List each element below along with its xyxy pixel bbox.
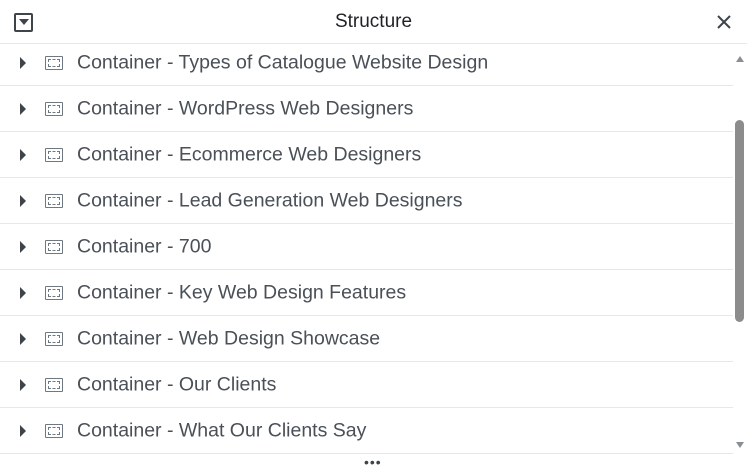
list-item-label: Container - WordPress Web Designers — [77, 97, 414, 119]
container-icon — [45, 147, 63, 162]
list-item[interactable]: Container - WordPress Web Designers — [0, 86, 733, 132]
list-item[interactable]: Container - What Our Clients Say — [0, 408, 733, 454]
list-item[interactable]: Container - Key Web Design Features — [0, 270, 733, 316]
container-icon — [45, 101, 63, 116]
expand-caret-icon[interactable] — [20, 102, 26, 115]
close-icon[interactable] — [715, 13, 733, 31]
container-icon — [45, 193, 63, 208]
expand-caret-icon[interactable] — [20, 194, 26, 207]
scrollbar-thumb[interactable] — [735, 120, 744, 322]
container-icon — [45, 285, 63, 300]
list-item[interactable]: Container - Web Design Showcase — [0, 316, 733, 362]
structure-list: Container - Types of Catalogue Website D… — [0, 44, 733, 456]
list-item[interactable]: Container - Our Clients — [0, 362, 733, 408]
more-horizontal-icon[interactable]: ••• — [364, 455, 382, 469]
expand-caret-icon[interactable] — [20, 148, 26, 161]
scroll-up-arrow-icon[interactable] — [736, 56, 744, 62]
expand-caret-icon[interactable] — [20, 240, 26, 253]
panel-header: Structure — [0, 0, 747, 44]
list-item-label: Container - Lead Generation Web Designer… — [77, 189, 463, 211]
expand-caret-icon[interactable] — [20, 378, 26, 391]
container-icon — [45, 331, 63, 346]
expand-caret-icon[interactable] — [20, 332, 26, 345]
panel-title: Structure — [334, 11, 413, 32]
container-icon — [45, 377, 63, 392]
list-item[interactable]: Container - Types of Catalogue Website D… — [0, 44, 733, 86]
list-item[interactable]: Container - 700 — [0, 224, 733, 270]
list-item-label: Container - Web Design Showcase — [77, 327, 381, 349]
expand-caret-icon[interactable] — [20, 286, 26, 299]
list-item-label: Container - Key Web Design Features — [77, 281, 407, 303]
list-item[interactable]: Container - Ecommerce Web Designers — [0, 132, 733, 178]
expand-caret-icon[interactable] — [20, 424, 26, 437]
container-icon — [45, 55, 63, 70]
container-icon — [45, 423, 63, 438]
scroll-down-arrow-icon[interactable] — [736, 442, 744, 448]
expand-caret-icon[interactable] — [20, 56, 26, 69]
vertical-scrollbar[interactable] — [733, 50, 747, 455]
list-item-label: Container - 700 — [77, 235, 212, 257]
list-item-label: Container - Ecommerce Web Designers — [77, 143, 422, 165]
list-item-label: Container - Types of Catalogue Website D… — [77, 51, 489, 73]
container-icon — [45, 239, 63, 254]
list-item-label: Container - What Our Clients Say — [77, 419, 367, 441]
list-item[interactable]: Container - Lead Generation Web Designer… — [0, 178, 733, 224]
list-item-label: Container - Our Clients — [77, 373, 277, 395]
